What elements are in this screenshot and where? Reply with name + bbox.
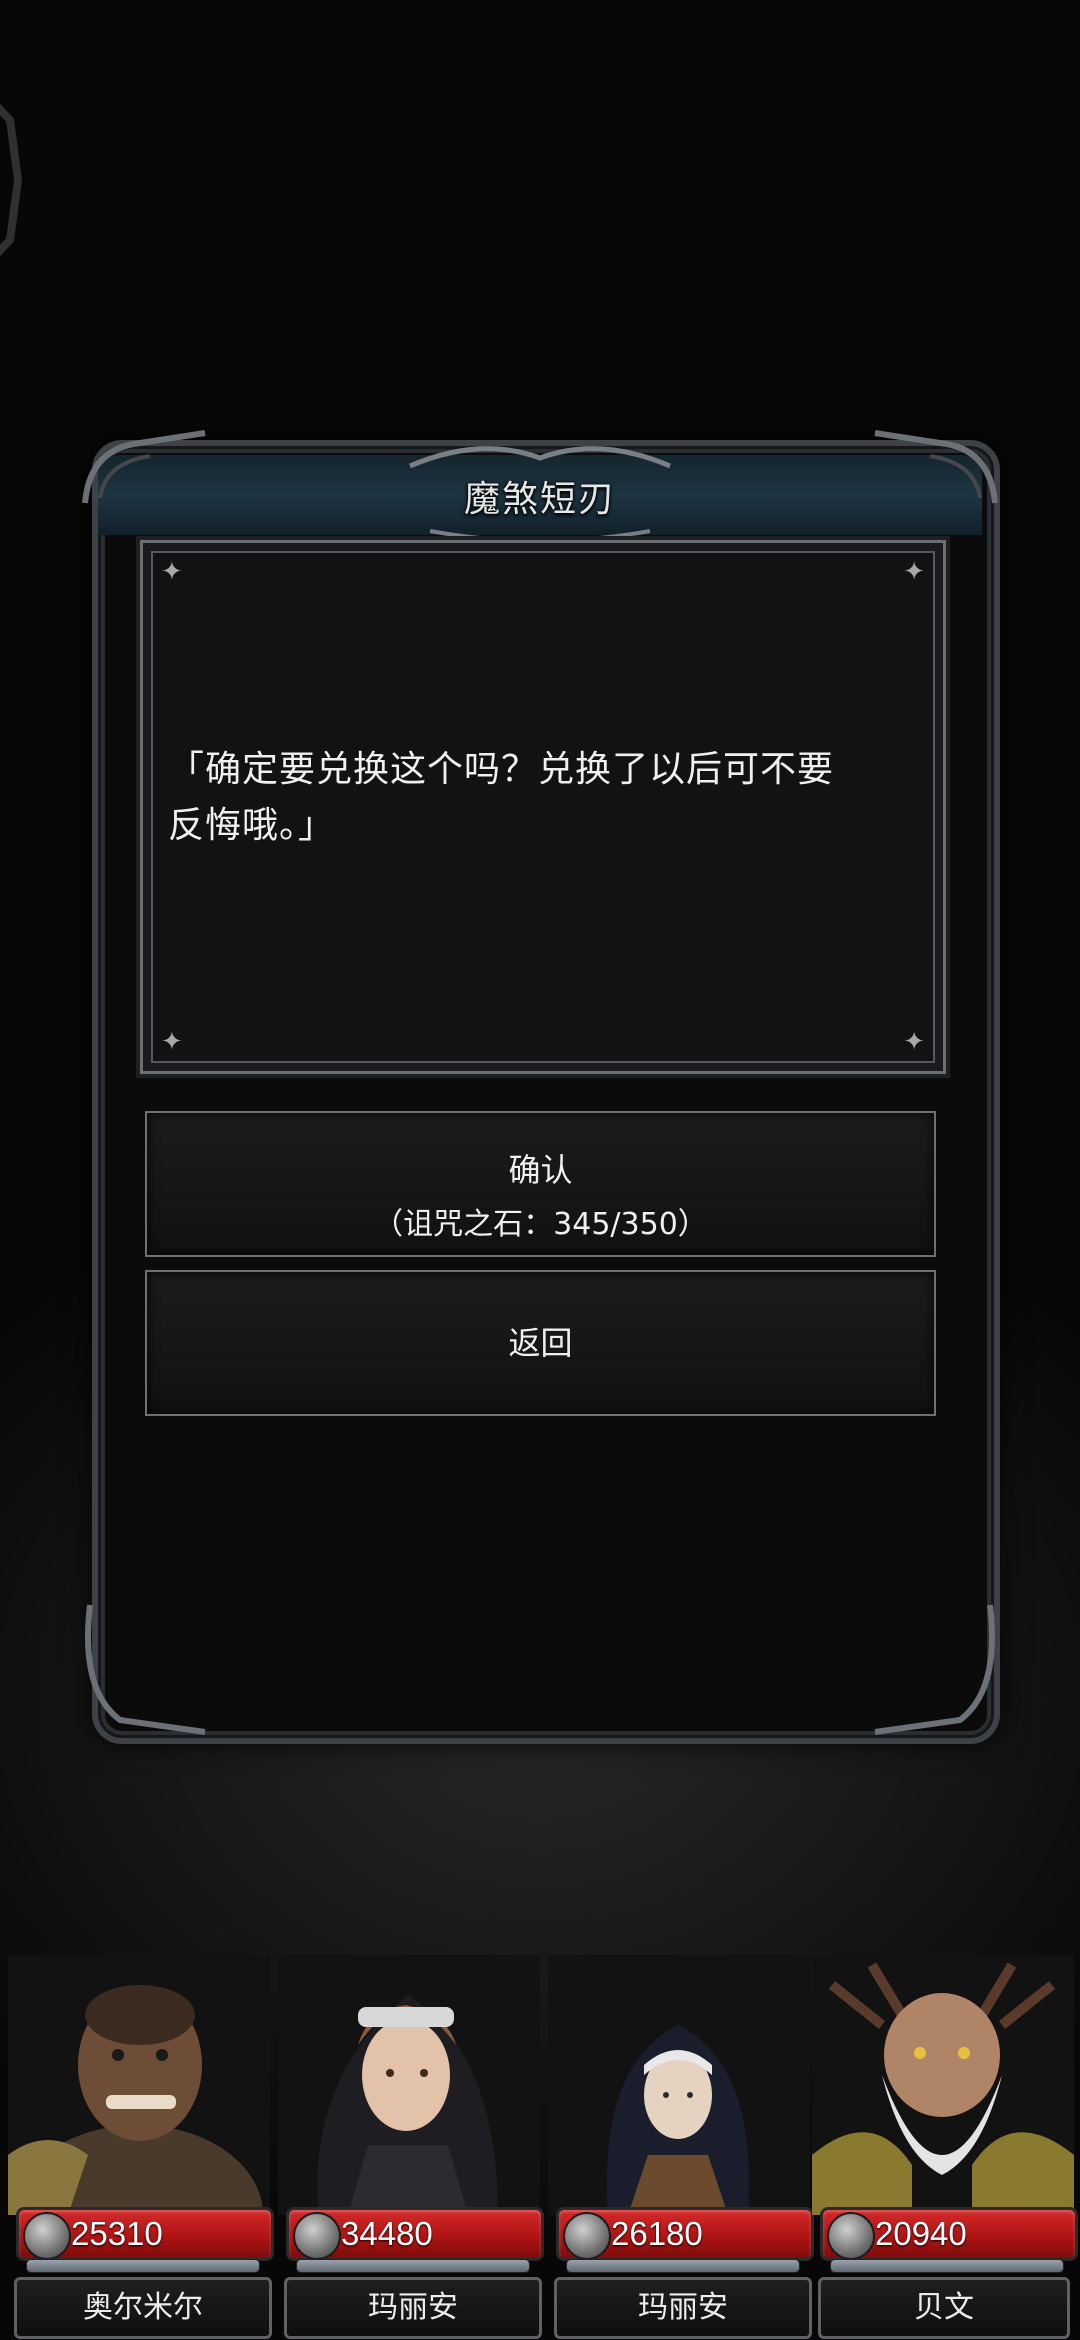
hp-bar: 25310 bbox=[16, 2207, 274, 2261]
game-screen: 魔煞短刃 ✦ ✦ ✦ ✦ 「确定要兑换这个吗？兑换了以后可不要 反悔哦。」 确认… bbox=[0, 0, 1080, 2340]
sword-icon bbox=[23, 2212, 71, 2260]
mp-bar bbox=[26, 2259, 260, 2273]
mp-bar bbox=[296, 2259, 530, 2273]
character-name: 奥尔米尔 bbox=[14, 2277, 272, 2339]
sparkle-icon: ✦ bbox=[903, 557, 925, 587]
party-member-card[interactable]: 34480 玛丽安 bbox=[278, 1955, 544, 2340]
dialog-title: 魔煞短刃 bbox=[463, 479, 616, 520]
bottom-left-ornament bbox=[85, 1604, 206, 1735]
hp-value: 25310 bbox=[71, 2215, 163, 2252]
sword-icon bbox=[293, 2212, 341, 2260]
character-name: 玛丽安 bbox=[284, 2277, 542, 2339]
hp-bar: 20940 bbox=[820, 2207, 1078, 2261]
hp-value: 34480 bbox=[341, 2215, 433, 2252]
confirm-label: 确认 bbox=[508, 1151, 573, 1189]
mp-bar bbox=[830, 2259, 1064, 2273]
sword-icon bbox=[827, 2212, 875, 2260]
hp-value: 20940 bbox=[875, 2215, 967, 2252]
character-name: 玛丽安 bbox=[554, 2277, 812, 2339]
party-member-card[interactable]: 26180 玛丽安 bbox=[548, 1955, 814, 2340]
message-line: 「确定要兑换这个吗？兑换了以后可不要 bbox=[168, 749, 835, 790]
party-member-card[interactable]: 25310 奥尔米尔 bbox=[8, 1955, 274, 2340]
frame-edge-ornament bbox=[0, 103, 22, 257]
hp-bar: 26180 bbox=[556, 2207, 814, 2261]
back-button[interactable]: 返回 bbox=[145, 1270, 936, 1416]
character-portrait bbox=[278, 1955, 540, 2215]
message-line: 反悔哦。」 bbox=[168, 805, 336, 846]
dialog-message: 「确定要兑换这个吗？兑换了以后可不要 反悔哦。」 bbox=[168, 742, 928, 854]
character-portrait bbox=[812, 1955, 1074, 2215]
cost-text: （诅咒之石：345/350） bbox=[373, 1207, 708, 1242]
hp-bar: 34480 bbox=[286, 2207, 544, 2261]
sparkle-icon: ✦ bbox=[903, 1027, 925, 1057]
sword-icon bbox=[563, 2212, 611, 2260]
character-name: 贝文 bbox=[818, 2277, 1070, 2339]
sparkle-icon: ✦ bbox=[161, 557, 183, 587]
sparkle-icon: ✦ bbox=[161, 1027, 183, 1057]
bottom-right-ornament bbox=[874, 1604, 995, 1735]
hp-value: 26180 bbox=[611, 2215, 703, 2252]
confirm-button[interactable]: 确认 （诅咒之石：345/350） bbox=[145, 1111, 936, 1257]
character-portrait bbox=[548, 1955, 810, 2215]
back-label: 返回 bbox=[508, 1324, 573, 1362]
mp-bar bbox=[566, 2259, 800, 2273]
character-portrait bbox=[8, 1955, 270, 2215]
party-member-card[interactable]: 20940 贝文 bbox=[812, 1955, 1078, 2340]
